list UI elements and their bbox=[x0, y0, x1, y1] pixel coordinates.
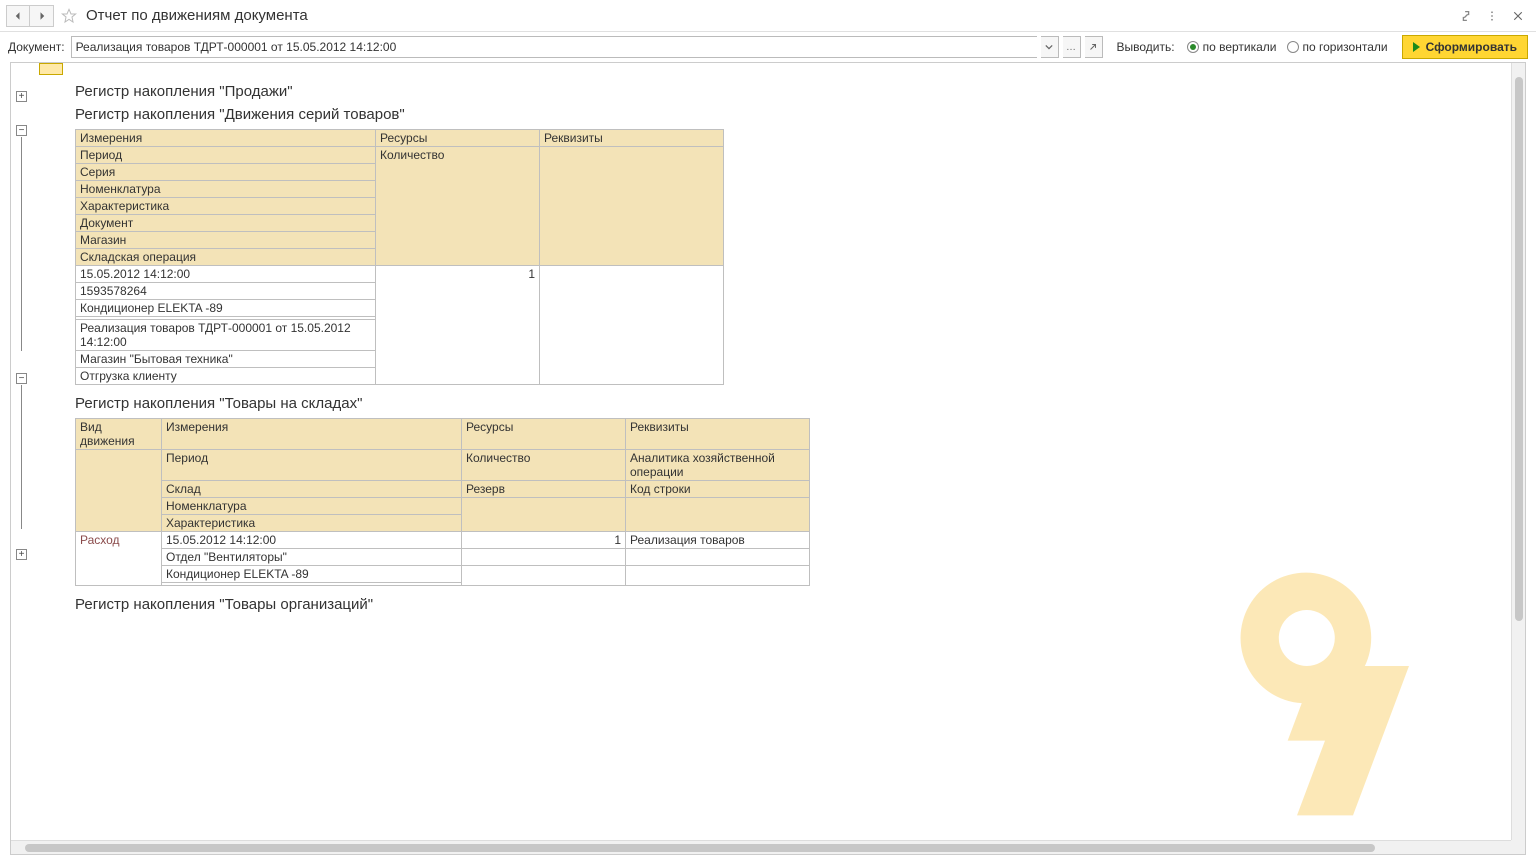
cell-requisites-empty bbox=[626, 566, 810, 586]
outline-line bbox=[21, 137, 22, 351]
subhdr-analytics: Аналитика хозяйственной операции bbox=[626, 450, 810, 481]
window-titlebar: Отчет по движениям документа bbox=[0, 0, 1536, 32]
nav-back-button[interactable] bbox=[6, 5, 30, 27]
collapse-button[interactable]: − bbox=[16, 125, 27, 136]
report-body: Регистр накопления "Продажи" Регистр нак… bbox=[39, 75, 1511, 840]
radio-vertical-label: по вертикали bbox=[1203, 40, 1277, 54]
expand-button[interactable]: + bbox=[16, 549, 27, 560]
report-viewport: + − − + Регистр накопления "Продажи" Рег… bbox=[10, 62, 1526, 855]
section-title-sales: Регистр накопления "Продажи" bbox=[75, 83, 1511, 100]
link-icon[interactable] bbox=[1458, 8, 1474, 24]
scrollbar-corner bbox=[1511, 840, 1525, 854]
vertical-scrollbar[interactable] bbox=[1511, 63, 1525, 840]
document-label: Документ: bbox=[8, 40, 65, 54]
cell-nomenclature: Кондиционер ELEKTA -89 bbox=[76, 300, 376, 317]
radio-dot-icon bbox=[1287, 41, 1299, 53]
nav-forward-button[interactable] bbox=[30, 5, 54, 27]
col-resources: Ресурсы bbox=[376, 130, 540, 147]
col-resources: Ресурсы bbox=[462, 419, 626, 450]
cell-resources-empty bbox=[462, 566, 626, 586]
open-icon bbox=[1088, 42, 1098, 52]
subhdr-quantity: Количество bbox=[376, 147, 540, 266]
cell-document: Реализация товаров ТДРТ-000001 от 15.05.… bbox=[76, 320, 376, 351]
subhdr-reserve: Резерв bbox=[462, 481, 626, 498]
subhdr-warehouse: Склад bbox=[162, 481, 462, 498]
col-requisites: Реквизиты bbox=[540, 130, 724, 147]
generate-button-label: Сформировать bbox=[1426, 40, 1517, 54]
collapse-button[interactable]: − bbox=[16, 373, 27, 384]
radio-horizontal[interactable]: по горизонтали bbox=[1287, 40, 1388, 54]
more-icon[interactable] bbox=[1484, 8, 1500, 24]
play-icon bbox=[1413, 42, 1420, 52]
cell-line-code bbox=[626, 549, 810, 566]
radio-dot-icon bbox=[1187, 41, 1199, 53]
subhdr-nomenclature: Номенклатура bbox=[162, 498, 462, 515]
subhdr-store: Магазин bbox=[76, 232, 376, 249]
document-select-button[interactable]: … bbox=[1063, 36, 1081, 58]
arrow-right-icon bbox=[36, 10, 48, 22]
cell-warehouse-op: Отгрузка клиенту bbox=[76, 368, 376, 385]
outline-gutter: + − − + bbox=[11, 63, 39, 840]
subhdr-series: Серия bbox=[76, 164, 376, 181]
cell-analytics: Реализация товаров bbox=[626, 532, 810, 549]
generate-button[interactable]: Сформировать bbox=[1402, 35, 1528, 59]
expand-button[interactable]: + bbox=[16, 91, 27, 102]
cell-reserve bbox=[462, 549, 626, 566]
subhdr-period: Период bbox=[162, 450, 462, 481]
subhdr-resources-empty bbox=[462, 498, 626, 532]
cell-warehouse: Отдел "Вентиляторы" bbox=[162, 549, 462, 566]
cell-store: Магазин "Бытовая техника" bbox=[76, 351, 376, 368]
section-title-org-goods: Регистр накопления "Товары организаций" bbox=[75, 596, 1511, 613]
subhdr-quantity: Количество bbox=[462, 450, 626, 481]
series-movements-table: Измерения Ресурсы Реквизиты Период Колич… bbox=[75, 129, 724, 385]
column-ruler bbox=[39, 63, 63, 75]
close-icon[interactable] bbox=[1510, 8, 1526, 24]
section-title-series: Регистр накопления "Движения серий товар… bbox=[75, 106, 1511, 123]
favorite-star-icon[interactable] bbox=[58, 5, 80, 27]
warehouse-goods-table: Вид движения Измерения Ресурсы Реквизиты… bbox=[75, 418, 810, 586]
radio-horizontal-label: по горизонтали bbox=[1303, 40, 1388, 54]
cell-quantity: 1 bbox=[462, 532, 626, 549]
col-dimensions: Измерения bbox=[162, 419, 462, 450]
col-requisites: Реквизиты bbox=[626, 419, 810, 450]
cell-movement-type: Расход bbox=[76, 532, 162, 586]
cell-period: 15.05.2012 14:12:00 bbox=[76, 266, 376, 283]
cell-requisites-empty bbox=[540, 266, 724, 385]
document-input[interactable]: Реализация товаров ТДРТ-000001 от 15.05.… bbox=[71, 36, 1037, 58]
subhdr-characteristic: Характеристика bbox=[76, 198, 376, 215]
subhdr-warehouse-op: Складская операция bbox=[76, 249, 376, 266]
radio-vertical[interactable]: по вертикали bbox=[1187, 40, 1277, 54]
cell-characteristic bbox=[162, 583, 462, 586]
subhdr-characteristic: Характеристика bbox=[162, 515, 462, 532]
subhdr-requisites-empty bbox=[626, 498, 810, 532]
col-movement-type: Вид движения bbox=[76, 419, 162, 450]
cell-series: 1593578264 bbox=[76, 283, 376, 300]
window-title: Отчет по движениям документа bbox=[86, 7, 308, 24]
document-input-value: Реализация товаров ТДРТ-000001 от 15.05.… bbox=[76, 40, 397, 54]
section-title-warehouse: Регистр накопления "Товары на складах" bbox=[75, 395, 1511, 412]
cell-quantity: 1 bbox=[376, 266, 540, 385]
subhdr-movement-empty bbox=[76, 450, 162, 532]
cell-period: 15.05.2012 14:12:00 bbox=[162, 532, 462, 549]
subhdr-line-code: Код строки bbox=[626, 481, 810, 498]
output-label: Выводить: bbox=[1117, 40, 1175, 54]
chevron-down-icon bbox=[1045, 43, 1053, 51]
outline-line bbox=[21, 385, 22, 529]
horizontal-scrollbar[interactable] bbox=[11, 840, 1511, 854]
subhdr-requisites-empty bbox=[540, 147, 724, 266]
arrow-left-icon bbox=[12, 10, 24, 22]
toolbar: Документ: Реализация товаров ТДРТ-000001… bbox=[0, 32, 1536, 62]
col-dimensions: Измерения bbox=[76, 130, 376, 147]
subhdr-nomenclature: Номенклатура bbox=[76, 181, 376, 198]
subhdr-document: Документ bbox=[76, 215, 376, 232]
document-open-button[interactable] bbox=[1085, 36, 1103, 58]
subhdr-period: Период bbox=[76, 147, 376, 164]
document-dropdown-button[interactable] bbox=[1041, 36, 1059, 58]
cell-nomenclature: Кондиционер ELEKTA -89 bbox=[162, 566, 462, 583]
